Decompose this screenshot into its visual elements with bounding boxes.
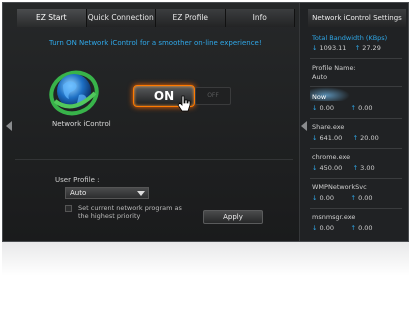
app-name[interactable]: Share.exe xyxy=(312,123,344,131)
app-up: 0.00 xyxy=(358,104,373,112)
down-arrow-icon: ↓ xyxy=(312,134,318,142)
app-down: 450.00 xyxy=(319,164,343,172)
up-arrow-icon: ↑ xyxy=(352,164,359,172)
headline-text: Turn ON Network iControl for a smoother … xyxy=(49,39,262,47)
app-rates: ↓ 0.00 ↑ 0.00 xyxy=(312,194,373,202)
cursor-icon xyxy=(177,95,191,112)
app-down: 0.00 xyxy=(319,194,335,202)
section-divider xyxy=(15,159,293,160)
apply-button[interactable]: Apply xyxy=(203,210,263,224)
globe-label: Network iControl xyxy=(52,120,111,128)
app-name[interactable]: chrome.exe xyxy=(312,153,350,161)
collapse-arrow-icon[interactable] xyxy=(300,121,308,131)
down-arrow-icon: ↓ xyxy=(312,164,318,172)
app-name[interactable]: WMPNetworkSvc xyxy=(312,183,367,191)
total-bandwidth-rates: ↓ 1093.11 ↑ 27.29 xyxy=(312,44,381,52)
tab-info[interactable]: Info xyxy=(225,9,295,27)
app-name[interactable]: Now xyxy=(312,93,326,101)
app-up: 0.00 xyxy=(358,224,373,232)
settings-title: Network iControl Settings xyxy=(308,9,406,27)
separator xyxy=(310,118,402,119)
priority-checkbox-label: Set current network program as the highe… xyxy=(78,204,182,220)
user-profile-select[interactable]: Auto xyxy=(65,187,149,199)
main-panel: EZ Start Quick Connection EZ Profile Inf… xyxy=(3,3,299,241)
app-rates: ↓ 450.00 ↑ 3.00 xyxy=(312,164,375,172)
down-arrow-icon: ↓ xyxy=(312,194,318,202)
user-profile-value: Auto xyxy=(70,189,87,197)
app-down: 0.00 xyxy=(319,104,335,112)
app-rates: ↓ 0.00 ↑ 0.00 xyxy=(312,224,373,232)
up-arrow-icon: ↑ xyxy=(352,134,359,142)
up-arrow-icon: ↑ xyxy=(354,44,361,52)
tab-bar: EZ Start Quick Connection EZ Profile Inf… xyxy=(17,9,295,27)
up-arrow-icon: ↑ xyxy=(350,194,356,202)
separator xyxy=(310,58,402,59)
up-arrow-icon: ↑ xyxy=(350,224,356,232)
globe-icon xyxy=(49,70,99,116)
app-up: 3.00 xyxy=(360,164,375,172)
settings-panel: Network iControl Settings Total Bandwidt… xyxy=(299,3,408,241)
app-up: 0.00 xyxy=(358,194,373,202)
separator xyxy=(310,148,402,149)
app-name[interactable]: msnmsgr.exe xyxy=(312,213,355,221)
priority-checkbox[interactable] xyxy=(65,205,72,212)
total-up: 27.29 xyxy=(362,44,381,52)
chevron-down-icon xyxy=(137,191,145,196)
app-up: 20.00 xyxy=(360,134,379,142)
total-bandwidth-label: Total Bandwidth (KBps) xyxy=(312,34,388,42)
total-down: 1093.11 xyxy=(319,44,347,52)
down-arrow-icon: ↓ xyxy=(312,44,318,52)
separator xyxy=(310,208,402,209)
app-down: 641.00 xyxy=(319,134,343,142)
profile-name-label: Profile Name: xyxy=(312,64,356,72)
tab-ez-profile[interactable]: EZ Profile xyxy=(156,9,226,27)
tab-ez-start[interactable]: EZ Start xyxy=(17,9,87,27)
up-arrow-icon: ↑ xyxy=(350,104,356,112)
off-button[interactable]: OFF xyxy=(195,87,231,105)
app-rates: ↓ 0.00 ↑ 0.00 xyxy=(312,104,373,112)
app-rates: ↓ 641.00 ↑ 20.00 xyxy=(312,134,379,142)
tab-quick-connection[interactable]: Quick Connection xyxy=(86,9,156,27)
left-arrow-icon[interactable] xyxy=(5,121,13,131)
app-window: EZ Start Quick Connection EZ Profile Inf… xyxy=(2,2,409,242)
down-arrow-icon: ↓ xyxy=(312,104,318,112)
window-reflection xyxy=(2,242,409,276)
profile-name-value: Auto xyxy=(312,73,328,81)
user-profile-label: User Profile : xyxy=(55,176,100,184)
app-down: 0.00 xyxy=(319,224,335,232)
separator xyxy=(310,178,402,179)
down-arrow-icon: ↓ xyxy=(312,224,318,232)
